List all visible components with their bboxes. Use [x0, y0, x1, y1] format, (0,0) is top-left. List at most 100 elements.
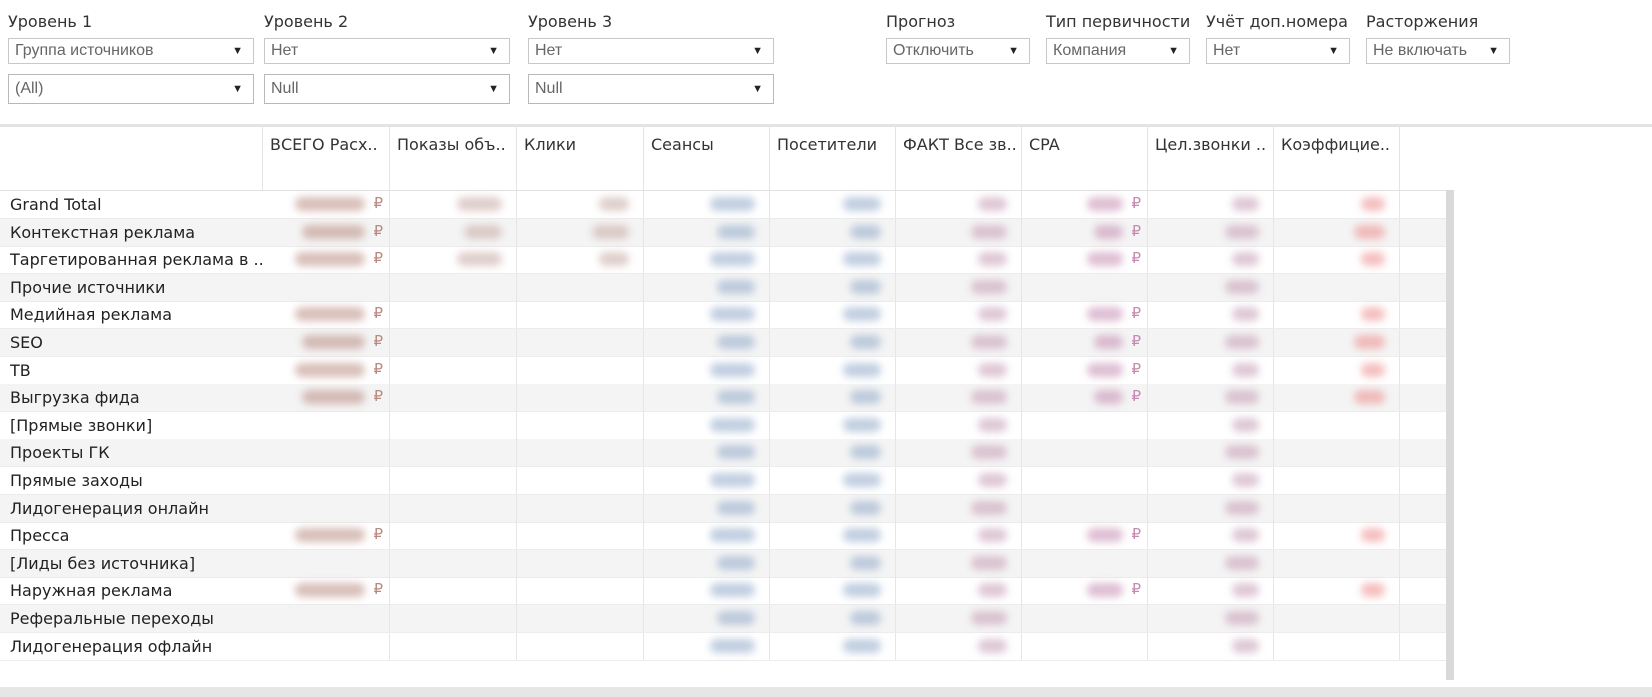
column-header[interactable]: Показы объ.. — [390, 127, 517, 191]
chevron-down-icon[interactable]: ▼ — [488, 39, 499, 63]
filter-dropdown[interactable]: Компания ▼ — [1046, 38, 1190, 64]
table-cell — [896, 411, 1022, 439]
chevron-down-icon[interactable]: ▼ — [1328, 39, 1339, 63]
table-row[interactable]: Таргетированная реклама в .. ₽ ₽ — [0, 246, 1446, 275]
table-cell — [644, 218, 770, 246]
table-row[interactable]: Пресса ₽ ₽ — [0, 522, 1446, 551]
table-row[interactable]: [Лиды без источника] — [0, 549, 1446, 578]
table-cell: ₽ — [263, 218, 390, 246]
row-label: Таргетированная реклама в .. — [10, 250, 264, 270]
table-row[interactable]: Grand Total ₽ ₽ — [0, 191, 1446, 219]
row-label: Контекстная реклама — [10, 222, 196, 242]
redacted-value — [1094, 224, 1123, 239]
filter-dropdown[interactable]: Отключить ▼ — [886, 38, 1030, 64]
column-header[interactable]: Сеансы — [644, 127, 770, 191]
column-header[interactable]: CPA — [1022, 127, 1148, 191]
filter-label: Расторжения — [1366, 12, 1479, 31]
table-row[interactable]: Выгрузка фида ₽ ₽ — [0, 384, 1446, 413]
currency-symbol: ₽ — [373, 387, 383, 406]
table-cell — [644, 301, 770, 329]
redacted-value — [850, 390, 881, 405]
table-cell — [1148, 411, 1274, 439]
column-header[interactable]: ФАКТ Все зв.. — [896, 127, 1022, 191]
table-cell — [517, 439, 644, 467]
filter-dropdown[interactable]: Не включать ▼ — [1366, 38, 1510, 64]
redacted-value — [971, 390, 1007, 405]
redacted-value — [710, 252, 755, 267]
redacted-value — [1225, 611, 1259, 625]
column-header[interactable]: Посетители — [770, 127, 896, 191]
table-row[interactable]: SEO ₽ ₽ — [0, 329, 1446, 357]
currency-symbol: ₽ — [373, 304, 383, 323]
chevron-down-icon[interactable]: ▼ — [232, 39, 243, 63]
table-row[interactable]: Лидогенерация офлайн — [0, 632, 1446, 661]
table-cell — [644, 246, 770, 274]
chevron-down-icon[interactable]: ▼ — [1488, 39, 1499, 63]
table-row[interactable]: Контекстная реклама ₽ ₽ — [0, 218, 1446, 247]
redacted-value — [850, 335, 881, 349]
table-row[interactable]: Медийная реклама ₽ ₽ — [0, 301, 1446, 330]
column-header[interactable]: Цел.звонки .. — [1148, 127, 1274, 191]
table-cell — [896, 467, 1022, 494]
redacted-value — [717, 224, 755, 239]
table-row[interactable]: Прочие источники — [0, 273, 1446, 302]
horizontal-scrollbar[interactable] — [0, 687, 1652, 697]
filter-dropdown[interactable]: (All) ▼ — [8, 74, 254, 104]
row-label: SEO — [10, 333, 43, 352]
row-label: Прочие источники — [10, 277, 166, 297]
chevron-down-icon[interactable]: ▼ — [1168, 39, 1179, 63]
column-header[interactable]: Коэффицие.. — [1274, 127, 1400, 191]
table-cell — [1274, 273, 1400, 301]
chevron-down-icon[interactable]: ▼ — [488, 75, 499, 103]
redacted-value — [302, 390, 365, 405]
table-row[interactable]: ТВ ₽ ₽ — [0, 356, 1446, 385]
redacted-value — [302, 335, 365, 349]
redacted-value — [843, 197, 881, 211]
chevron-down-icon[interactable]: ▼ — [752, 75, 763, 103]
redacted-value — [1225, 390, 1259, 405]
table-cell — [517, 301, 644, 329]
redacted-value — [1361, 307, 1385, 322]
table-row[interactable]: Наружная реклама ₽ ₽ — [0, 577, 1446, 606]
redacted-value — [978, 473, 1007, 487]
redacted-value — [710, 583, 755, 598]
filter-dropdown[interactable]: Нет ▼ — [528, 38, 774, 64]
chevron-down-icon[interactable]: ▼ — [1008, 39, 1019, 63]
table-cell — [390, 301, 517, 329]
table-row[interactable]: Прямые заходы — [0, 467, 1446, 495]
table-cell — [517, 577, 644, 605]
table-cell — [517, 494, 644, 522]
redacted-value — [978, 307, 1007, 322]
chevron-down-icon[interactable]: ▼ — [752, 39, 763, 63]
table-row[interactable]: Лидогенерация онлайн — [0, 494, 1446, 523]
table-cell — [770, 218, 896, 246]
redacted-value — [1232, 307, 1259, 322]
filter-dropdown[interactable]: Null ▼ — [528, 74, 774, 104]
chevron-down-icon[interactable]: ▼ — [232, 75, 243, 103]
redacted-value — [850, 500, 881, 515]
redacted-value — [1232, 417, 1259, 432]
vertical-scrollbar[interactable] — [1446, 190, 1454, 680]
redacted-value — [457, 252, 502, 267]
filter-dropdown[interactable]: Null ▼ — [264, 74, 510, 104]
column-header[interactable]: ВСЕГО Расх.. — [263, 127, 390, 191]
column-header[interactable]: Клики — [517, 127, 644, 191]
table-cell — [263, 467, 390, 494]
filter-dropdown[interactable]: Нет ▼ — [264, 38, 510, 64]
table-cell — [644, 577, 770, 605]
table-cell — [1274, 605, 1400, 632]
table-cell — [644, 273, 770, 301]
filter-dropdown[interactable]: Группа источников ▼ — [8, 38, 254, 64]
table-row[interactable]: Проекты ГК — [0, 439, 1446, 468]
table-cell — [896, 549, 1022, 577]
table-cell — [263, 549, 390, 577]
table-row[interactable]: Реферальные переходы — [0, 605, 1446, 633]
table-row[interactable]: [Прямые звонки] — [0, 411, 1446, 440]
currency-symbol: ₽ — [1131, 249, 1141, 268]
redacted-value — [1225, 500, 1259, 515]
redacted-value — [843, 583, 881, 598]
filter-dropdown[interactable]: Нет ▼ — [1206, 38, 1350, 64]
redacted-value — [717, 279, 755, 294]
table-cell — [390, 605, 517, 632]
table-cell — [770, 632, 896, 660]
